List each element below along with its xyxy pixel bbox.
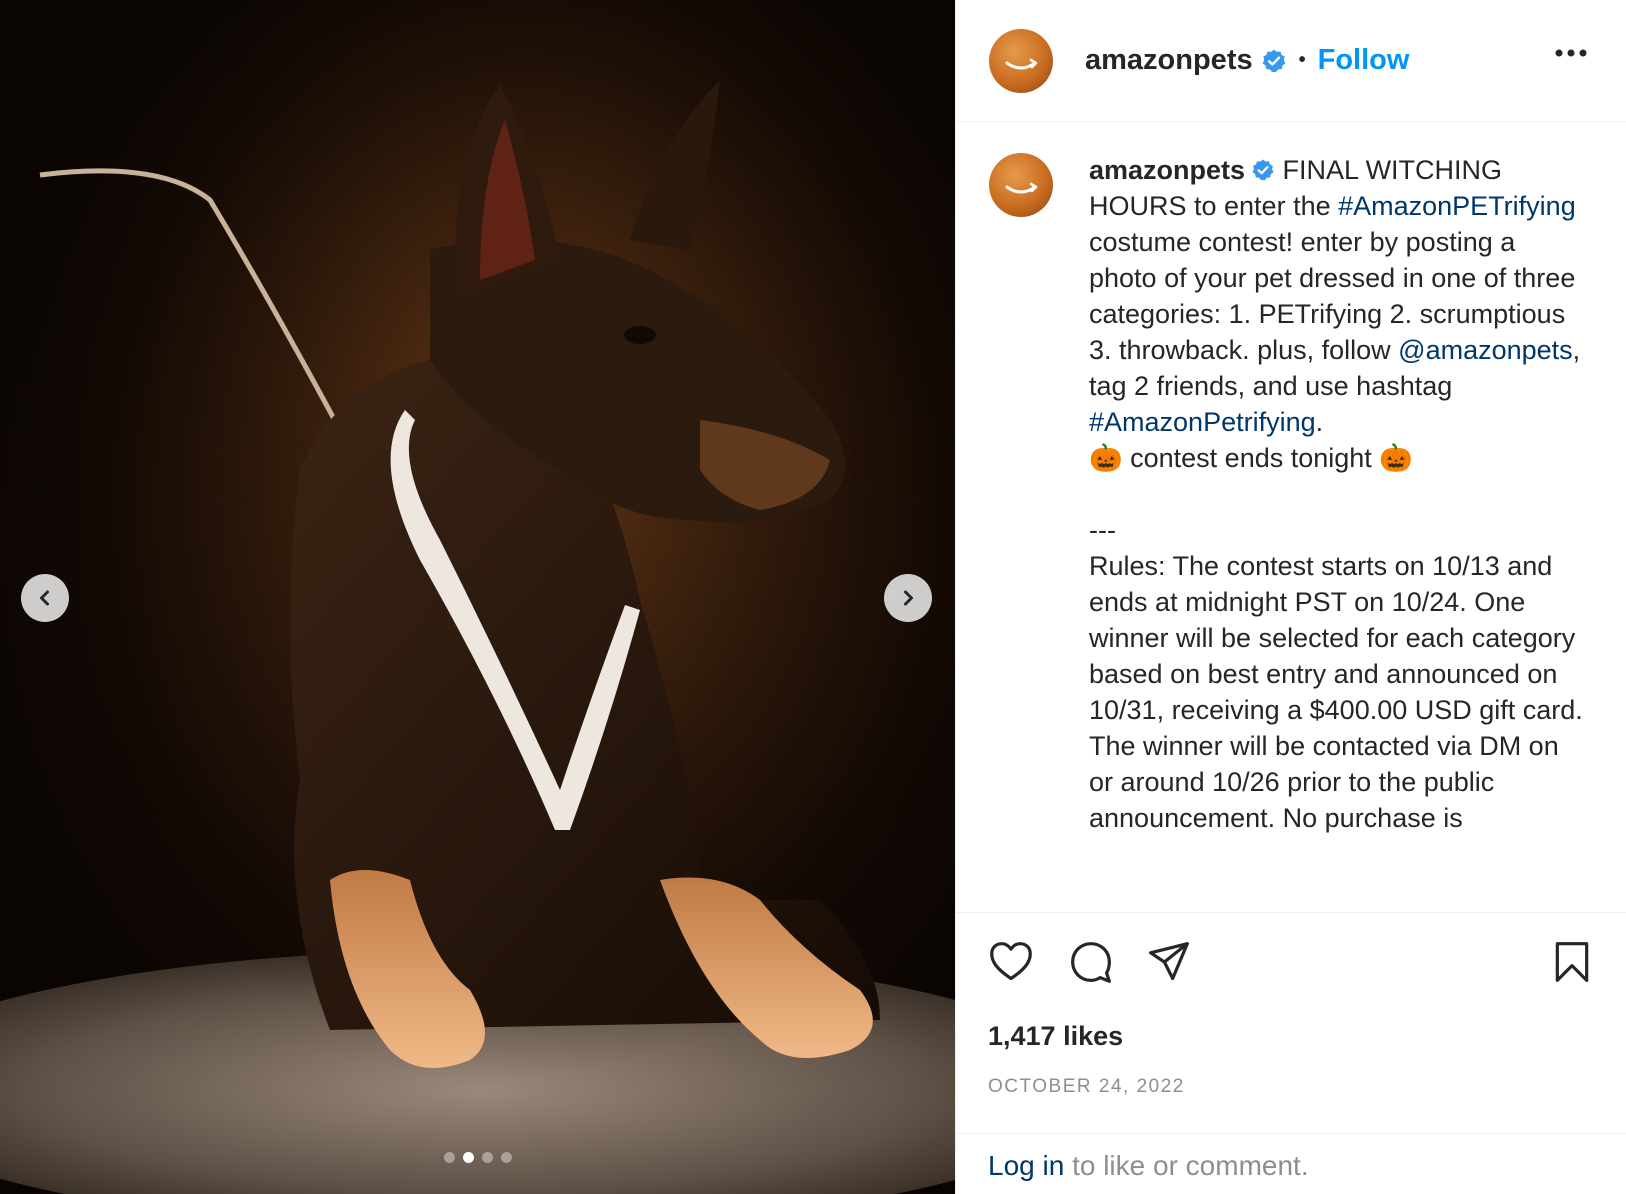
post-header: amazonpets • Follow: [956, 0, 1626, 122]
divider: [956, 1133, 1626, 1134]
hashtag-link[interactable]: #AmazonPetrifying: [1089, 407, 1316, 437]
verified-badge-icon: [1252, 159, 1274, 181]
amazon-smile-logo-icon: [1005, 58, 1038, 69]
more-options-icon[interactable]: [1554, 48, 1588, 58]
verified-badge-icon: [1262, 49, 1285, 72]
login-link[interactable]: Log in: [988, 1150, 1064, 1181]
carousel-dot: [481, 1152, 493, 1163]
post-actions: [956, 940, 1626, 1000]
header-username[interactable]: amazonpets: [1085, 44, 1253, 77]
caption-area: amazonpets FINAL WITCHING HOURS to enter…: [956, 122, 1626, 912]
send-icon[interactable]: [1146, 940, 1192, 984]
mention-link[interactable]: @amazonpets: [1398, 335, 1573, 365]
next-image-button[interactable]: [884, 574, 932, 622]
bookmark-icon[interactable]: [1552, 940, 1592, 984]
avatar[interactable]: [989, 153, 1053, 217]
carousel-dot: [443, 1152, 455, 1163]
separator-dot: •: [1298, 49, 1306, 71]
post-caption: amazonpets FINAL WITCHING HOURS to enter…: [1089, 152, 1589, 836]
post-image-carousel[interactable]: [0, 0, 955, 1194]
post-side-panel: amazonpets • Follow amazonpets FINAL WIT…: [956, 0, 1626, 1194]
avatar[interactable]: [989, 28, 1053, 93]
carousel-dot: [500, 1152, 512, 1163]
heart-icon[interactable]: [988, 940, 1034, 984]
caption-text: . 🎃 contest ends tonight 🎃 --- Rules: Th…: [1089, 407, 1583, 833]
login-prompt: Log in to like or comment.: [988, 1150, 1309, 1182]
post-date[interactable]: OCTOBER 24, 2022: [988, 1076, 1185, 1098]
chevron-right-icon: [904, 590, 913, 606]
chevron-left-icon: [40, 590, 49, 606]
carousel-dot-active: [462, 1152, 474, 1163]
login-prompt-text: to like or comment.: [1064, 1150, 1309, 1181]
amazon-smile-logo-icon: [1005, 182, 1038, 194]
likes-count[interactable]: 1,417 likes: [988, 1021, 1123, 1052]
carousel-indicator: [0, 1152, 955, 1163]
hashtag-link[interactable]: #AmazonPETrifying: [1338, 191, 1576, 221]
comment-icon[interactable]: [1068, 940, 1114, 984]
follow-button[interactable]: Follow: [1318, 44, 1410, 77]
divider: [956, 912, 1626, 913]
caption-username[interactable]: amazonpets: [1089, 155, 1245, 185]
dog-photo: [0, 0, 955, 1194]
previous-image-button[interactable]: [21, 574, 69, 622]
